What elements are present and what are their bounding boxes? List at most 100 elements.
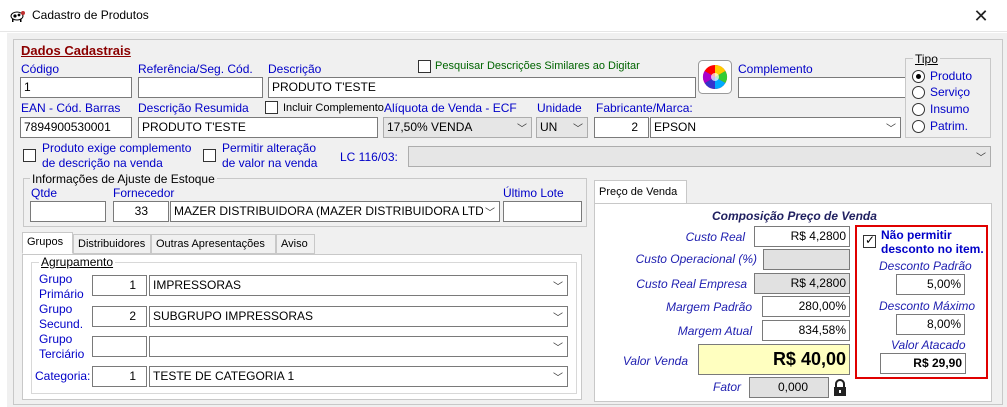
- chevron-down-icon: ﹀: [976, 153, 986, 164]
- preco-panel: Composição Preço de Venda Custo Real R$ …: [594, 203, 992, 402]
- ean-input[interactable]: 7894900530001: [20, 117, 132, 138]
- grupo-terciario-select[interactable]: ﹀: [149, 336, 568, 357]
- lc116-select[interactable]: ﹀: [408, 146, 991, 167]
- desconto-maximo-input[interactable]: 8,00%: [896, 314, 965, 335]
- tipo-label: Tipo: [913, 52, 940, 66]
- pesquisar-similares-checkbox[interactable]: [418, 60, 431, 73]
- tabs-bar: Grupos Distribuidores Outras Apresentaçõ…: [22, 232, 582, 254]
- grupo-secundario-value: SUBGRUPO IMPRESSORAS: [153, 309, 314, 323]
- color-wheel-icon[interactable]: [698, 60, 732, 94]
- grupo-primario-label-2: Primário: [39, 287, 84, 301]
- grupo-terciario-label-2: Terciário: [39, 347, 85, 361]
- tab-preco-venda[interactable]: Preço de Venda: [594, 180, 687, 204]
- categoria-label: Categoria:: [35, 369, 91, 383]
- complemento-input[interactable]: [738, 77, 906, 98]
- valor-atacado-input[interactable]: R$ 29,90: [880, 353, 966, 374]
- valor-venda-input[interactable]: R$ 40,00: [698, 344, 850, 375]
- unidade-value: UN: [540, 120, 558, 134]
- tipo-insumo-label: Insumo: [930, 102, 970, 116]
- fator-input[interactable]: 0,000: [749, 377, 829, 398]
- grupo-secundario-code-input[interactable]: 2: [92, 306, 147, 327]
- chevron-down-icon: ﹀: [553, 373, 563, 384]
- margem-padrao-input[interactable]: 280,00%: [762, 296, 850, 317]
- fornecedor-value: MAZER DISTRIBUIDORA (MAZER DISTRIBUIDORA…: [174, 204, 492, 218]
- chevron-down-icon: ﹀: [553, 313, 563, 324]
- tab-outras-apresentacoes[interactable]: Outras Apresentações: [151, 234, 276, 254]
- fornecedor-code-input[interactable]: 33: [113, 201, 169, 222]
- custo-operacional-input[interactable]: [763, 249, 850, 270]
- valor-atacado-label: Valor Atacado: [891, 338, 966, 352]
- tab-grupos[interactable]: Grupos: [22, 232, 73, 254]
- custo-real-label: Custo Real: [685, 230, 745, 244]
- descricao-input[interactable]: PRODUTO T'ESTE: [268, 77, 696, 98]
- lc116-label: LC 116/03:: [340, 150, 398, 164]
- permitir-alteracao-label-2: de valor na venda: [222, 156, 318, 170]
- ajuste-estoque-title: Informações de Ajuste de Estoque: [30, 172, 217, 186]
- categoria-value: TESTE DE CATEGORIA 1: [153, 369, 295, 383]
- fabricante-code-input[interactable]: 2: [594, 117, 649, 138]
- codigo-label: Código: [21, 62, 60, 76]
- ultimo-lote-input[interactable]: [503, 201, 582, 222]
- fabricante-value: EPSON: [654, 120, 697, 134]
- tipo-produto-label: Produto: [930, 69, 973, 83]
- nao-permitir-desconto-checkbox[interactable]: [863, 233, 876, 248]
- fator-label: Fator: [712, 380, 741, 394]
- form-client-area: Dados Cadastrais Código 1 Referência/Seg…: [7, 33, 1007, 407]
- chevron-down-icon: ﹀: [553, 282, 563, 293]
- tab-aviso[interactable]: Aviso: [276, 234, 315, 254]
- qtde-input[interactable]: [30, 201, 106, 222]
- ean-label: EAN - Cód. Barras: [21, 101, 121, 115]
- aliquota-label: Alíquota de Venda - ECF: [384, 101, 517, 115]
- nao-permitir-desconto-label-1: Não permitir: [881, 228, 952, 242]
- aliquota-select[interactable]: 17,50% VENDA ﹀: [383, 117, 532, 138]
- descricao-resumida-input[interactable]: PRODUTO T'ESTE: [138, 117, 378, 138]
- custo-real-empresa-label: Custo Real Empresa: [636, 277, 747, 291]
- unidade-label: Unidade: [537, 101, 582, 115]
- grupo-secundario-select[interactable]: SUBGRUPO IMPRESSORAS ﹀: [149, 306, 568, 327]
- categoria-code-input[interactable]: 1: [92, 366, 147, 387]
- nao-permitir-desconto-label-2: desconto no item.: [881, 242, 984, 256]
- complemento-label: Complemento: [738, 62, 813, 76]
- permitir-alteracao-checkbox[interactable]: [203, 149, 216, 162]
- fabricante-label: Fabricante/Marca:: [596, 101, 693, 115]
- codigo-input[interactable]: 1: [20, 77, 132, 98]
- tipo-insumo-radio[interactable]: [912, 103, 925, 116]
- exige-complemento-label-2: de descrição na venda: [42, 156, 163, 170]
- fabricante-select[interactable]: EPSON ﹀: [650, 117, 901, 138]
- incluir-complemento-checkbox[interactable]: [265, 101, 278, 114]
- qtde-label: Qtde: [31, 186, 58, 200]
- lock-icon[interactable]: [832, 379, 848, 397]
- unidade-select[interactable]: UN ﹀: [536, 117, 588, 138]
- tipo-patrim-label: Patrim.: [930, 119, 969, 133]
- tipo-patrim-radio[interactable]: [912, 120, 925, 133]
- grupo-primario-select[interactable]: IMPRESSORAS ﹀: [149, 275, 568, 296]
- exige-complemento-label-1: Produto exige complemento: [42, 141, 192, 155]
- ultimo-lote-label: Último Lote: [503, 186, 564, 200]
- custo-operacional-label: Custo Operacional (%): [635, 252, 757, 266]
- categoria-select[interactable]: TESTE DE CATEGORIA 1 ﹀: [149, 366, 568, 387]
- grupo-primario-code-input[interactable]: 1: [92, 275, 147, 296]
- chevron-down-icon: ﹀: [517, 124, 527, 135]
- grupo-secundario-label-1: Grupo: [39, 302, 73, 316]
- grupo-terciario-code-input[interactable]: [92, 336, 147, 357]
- grupos-panel: Agrupamento Grupo Primário 1 IMPRESSORAS…: [22, 254, 582, 400]
- desconto-padrao-label: Desconto Padrão: [879, 259, 972, 273]
- referencia-input[interactable]: [138, 77, 263, 98]
- tipo-produto-radio[interactable]: [912, 70, 925, 83]
- grupo-secundario-label-2: Secund.: [39, 317, 84, 331]
- margem-atual-input[interactable]: 834,58%: [762, 320, 850, 341]
- custo-real-input[interactable]: R$ 4,2800: [754, 226, 850, 247]
- exige-complemento-checkbox[interactable]: [23, 149, 36, 162]
- desconto-maximo-label: Desconto Máximo: [879, 299, 976, 313]
- aliquota-value: 17,50% VENDA: [387, 120, 473, 134]
- tipo-servico-radio[interactable]: [912, 86, 925, 99]
- close-icon[interactable]: ✕: [966, 5, 996, 27]
- title-bar: Cadastro de Produtos ✕: [0, 0, 1007, 32]
- desconto-padrao-input[interactable]: 5,00%: [896, 274, 965, 295]
- chevron-down-icon: ﹀: [886, 124, 896, 135]
- section-title: Dados Cadastrais: [21, 43, 131, 58]
- tab-distribuidores[interactable]: Distribuidores: [73, 234, 151, 254]
- custo-real-empresa-input[interactable]: R$ 4,2800: [754, 273, 850, 294]
- fornecedor-select[interactable]: MAZER DISTRIBUIDORA (MAZER DISTRIBUIDORA…: [170, 201, 500, 222]
- referencia-label: Referência/Seg. Cód.: [138, 62, 253, 76]
